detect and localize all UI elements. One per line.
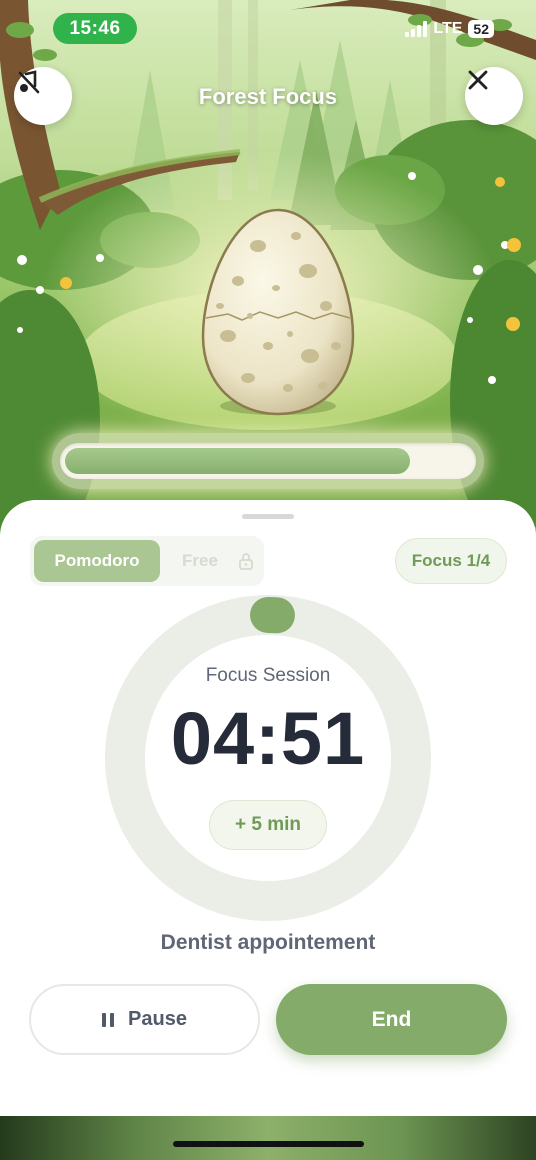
end-button[interactable]: End — [276, 984, 507, 1055]
pause-label: Pause — [128, 1008, 187, 1030]
mode-switch: Pomodoro Free — [30, 536, 264, 586]
page-title: Forest Focus — [198, 84, 338, 109]
close-icon — [468, 70, 488, 90]
add-five-minutes-button[interactable]: + 5 min — [209, 800, 327, 850]
network-type: LTE — [433, 20, 463, 37]
progress-track — [60, 443, 476, 479]
focus-count-badge: Focus 1/4 — [395, 538, 507, 584]
countdown-timer: 04:51 — [170, 697, 366, 780]
pause-icon — [102, 1012, 115, 1027]
sheet-handle[interactable] — [242, 514, 294, 519]
battery-level: 52 — [468, 20, 494, 38]
egg-icon — [201, 208, 355, 416]
egg-image[interactable] — [198, 206, 358, 421]
status-time: 15:46 — [53, 13, 137, 44]
session-label: Focus Session — [205, 665, 331, 686]
progress-fill — [65, 448, 410, 474]
mode-free-tab[interactable]: Free — [170, 540, 230, 582]
task-name: Dentist appointement — [160, 931, 376, 954]
home-indicator[interactable] — [173, 1141, 364, 1147]
forest-scene: 15:46 LTE 52 Forest Focus — [0, 0, 536, 540]
bottom-background-strip — [0, 1116, 536, 1160]
lock-icon — [239, 553, 253, 570]
close-button[interactable] — [465, 67, 523, 125]
mode-pomodoro-tab[interactable]: Pomodoro — [34, 540, 160, 582]
timer-sheet: Pomodoro Free Focus 1/4 Focus Session 04… — [0, 500, 536, 1116]
pause-button[interactable]: Pause — [29, 984, 260, 1055]
hatch-progress-bar — [52, 433, 484, 489]
status-indicators: LTE 52 — [405, 20, 494, 38]
signal-icon — [405, 21, 428, 37]
